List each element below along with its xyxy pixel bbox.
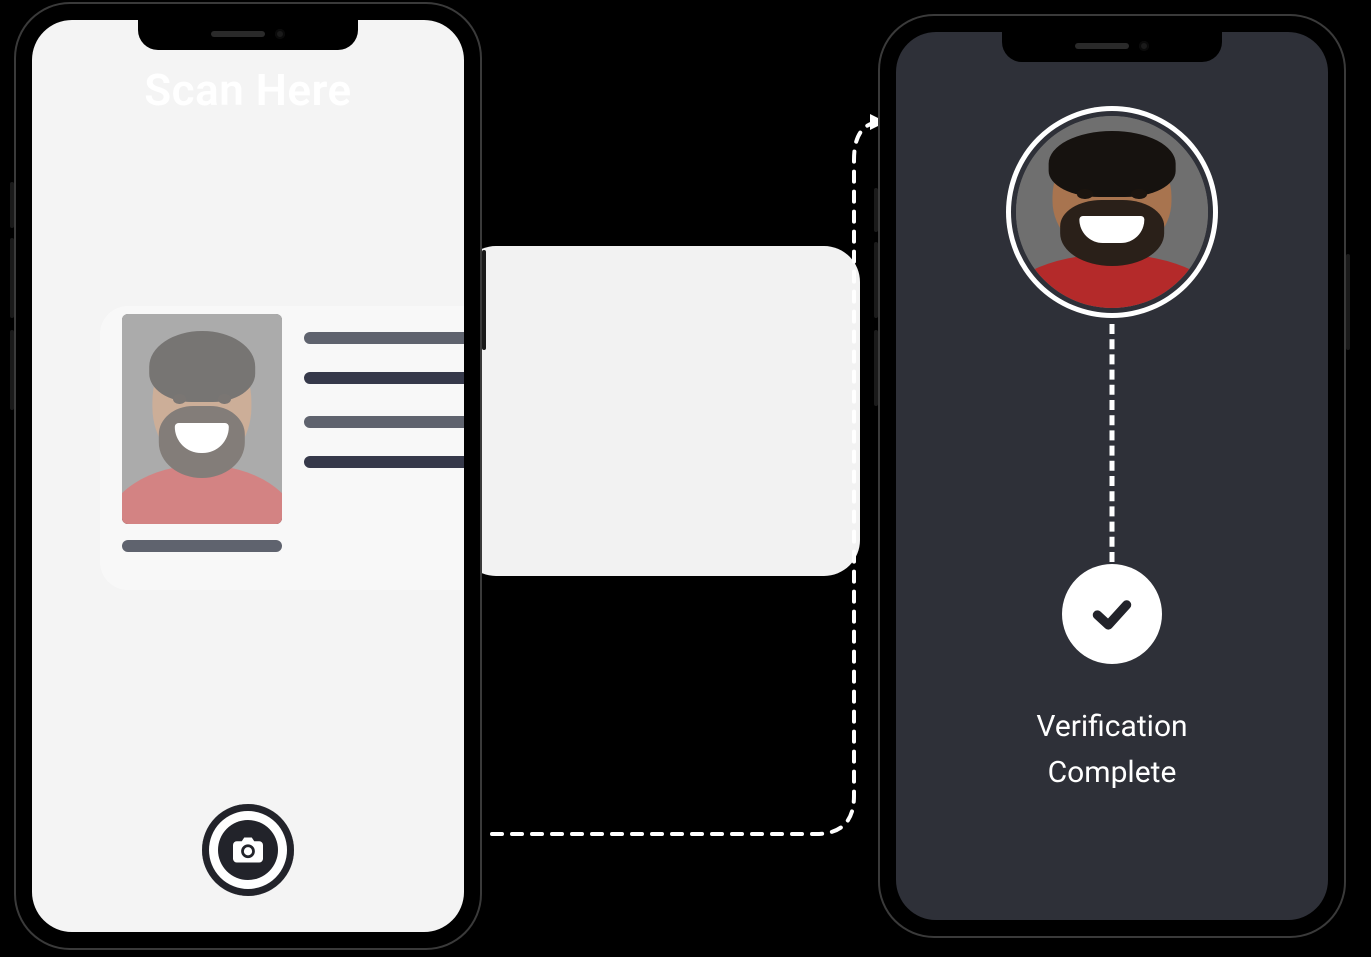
verification-status: Verification Complete bbox=[896, 704, 1328, 796]
progress-connector bbox=[1110, 324, 1115, 562]
id-caption-line bbox=[122, 540, 282, 552]
id-line bbox=[304, 372, 464, 384]
diagram-stage: Scan Here bbox=[0, 0, 1371, 957]
status-line-1: Verification bbox=[896, 704, 1328, 750]
volume-button bbox=[874, 188, 878, 232]
phone-notch bbox=[1002, 32, 1222, 62]
camera-icon bbox=[233, 837, 263, 863]
power-button bbox=[1346, 254, 1350, 350]
user-portrait bbox=[1016, 116, 1208, 308]
status-line-2: Complete bbox=[896, 750, 1328, 796]
scan-screen: Scan Here bbox=[32, 20, 464, 932]
volume-button bbox=[10, 238, 14, 318]
id-card-front bbox=[100, 306, 464, 590]
id-card-back bbox=[460, 246, 860, 576]
id-line bbox=[304, 416, 464, 428]
camera-shutter-button[interactable] bbox=[202, 804, 294, 896]
id-line bbox=[304, 456, 464, 468]
volume-button bbox=[10, 182, 14, 228]
phone-verified: Verification Complete bbox=[878, 14, 1346, 938]
phone-notch bbox=[138, 20, 358, 50]
success-badge bbox=[1062, 564, 1162, 664]
phone-scan: Scan Here bbox=[14, 2, 482, 950]
volume-button bbox=[874, 242, 878, 318]
verified-avatar bbox=[1006, 106, 1218, 318]
scan-title: Scan Here bbox=[32, 64, 464, 116]
volume-button bbox=[10, 330, 14, 410]
verify-screen: Verification Complete bbox=[896, 32, 1328, 920]
check-icon bbox=[1090, 592, 1134, 636]
volume-button bbox=[874, 330, 878, 406]
user-portrait bbox=[122, 314, 282, 524]
id-line bbox=[304, 332, 464, 344]
id-photo bbox=[122, 314, 282, 524]
id-text-lines bbox=[304, 332, 464, 496]
power-button bbox=[482, 250, 486, 350]
